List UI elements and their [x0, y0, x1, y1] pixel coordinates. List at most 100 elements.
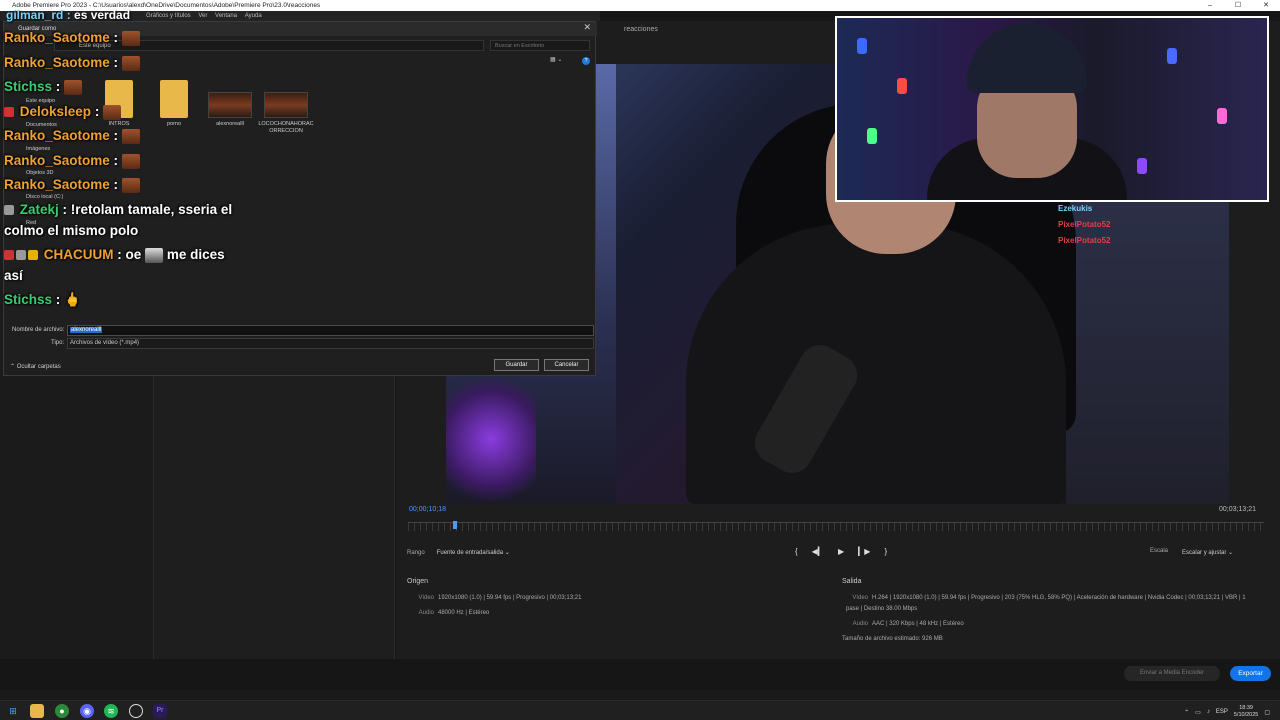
output-info: Salida Vídeo H.264 | 1920x1080 (1.0) | 59… [842, 578, 1252, 645]
emote-icon [121, 30, 140, 46]
menu-ayuda[interactable]: Ayuda [245, 13, 262, 19]
menu-graficos[interactable]: Gráficos y títulos [146, 13, 191, 19]
close-icon[interactable]: ✕ [583, 22, 591, 33]
nav-item-objetos-3d[interactable]: Objetos 3D [26, 170, 54, 176]
premiere-icon[interactable]: Pr [153, 704, 167, 718]
chat-message: Ranko_Saotome : [4, 153, 140, 169]
file-type-select[interactable]: Archivos de vídeo (*.mp4) [67, 338, 594, 349]
salida-video: H.264 | 1920x1080 (1.0) | 59.94 fps | Pr… [846, 595, 1246, 612]
chat-top-line: gilman_rd : es verdad [6, 8, 131, 22]
range-dropdown[interactable]: Fuente de entrada/salida ⌄ [432, 548, 514, 557]
chevron-down-icon: ⌄ [504, 550, 510, 556]
chevron-up-icon[interactable]: ⌃ [1184, 709, 1189, 716]
overlay-user: PixelPotato52 [1058, 236, 1111, 245]
chat-message-cont: colmo el mismo polo [4, 223, 139, 238]
file-item[interactable]: porno [146, 80, 202, 128]
overlay-user: Ezekukis [1058, 204, 1093, 213]
search-input[interactable]: Buscar en Escritorio [490, 40, 590, 51]
file-size: Tamaño de archivo estimado: 926 MB [842, 636, 943, 642]
chat-message: Stichss : [4, 79, 83, 95]
chat-message: Zatekj : !retolam tamale, sseria el [4, 202, 232, 217]
emote-icon [121, 177, 140, 193]
origen-video: 1920x1080 (1.0) | 59.94 fps | Progresivo… [438, 595, 582, 601]
current-timecode[interactable]: 00;00;10;18 [409, 506, 446, 513]
mark-in-icon[interactable]: { [795, 547, 798, 556]
menu-ver[interactable]: Ver [198, 13, 207, 19]
filename-field[interactable]: alexnorealll [67, 325, 594, 336]
sequence-tab[interactable]: reacciones [624, 26, 658, 33]
filename-label: Nombre de archivo: [12, 327, 65, 333]
file-item[interactable]: alexnorealll [202, 92, 258, 128]
minimize-icon[interactable]: – [1196, 0, 1224, 11]
clock[interactable]: 18:39 5/10/2025 [1234, 705, 1258, 719]
overlay-user: PixelPotato52 [1058, 220, 1111, 229]
notification-icon[interactable]: ▢ [1264, 709, 1270, 716]
transport-controls: { ◀▎ ▶ ▎▶ } [795, 547, 887, 556]
hide-folders-toggle[interactable]: ⌃ Ocultar carpetas [10, 363, 61, 370]
chat-message-cont: así [4, 268, 23, 283]
chat-message: CHACUUM : oe me dices [4, 247, 225, 263]
range-label: Rango [407, 549, 425, 556]
obs-icon[interactable] [129, 704, 143, 718]
file-item[interactable]: LOCOCHONAHORACORRECCION [258, 92, 314, 134]
send-to-media-encoder-button[interactable]: Enviar a Media Encoder [1124, 666, 1220, 681]
video-thumbnail [208, 92, 252, 118]
network-icon[interactable]: ▭ [1195, 709, 1201, 716]
preview-chat-overlay: Ezekukis PixelPotato52 PixelPotato52 [1058, 204, 1178, 252]
save-button[interactable]: Guardar [494, 359, 539, 371]
status-bar [0, 690, 1280, 700]
chrome-icon[interactable]: ● [55, 704, 69, 718]
language-indicator[interactable]: ESP [1216, 709, 1228, 715]
clock-time: 18:39 [1239, 705, 1253, 711]
emote-icon: 🖕 [64, 292, 81, 307]
step-forward-icon[interactable]: ▎▶ [858, 547, 870, 556]
chat-message: Ranko_Saotome : [4, 128, 140, 144]
playhead[interactable] [453, 521, 458, 529]
chat-message: Ranko_Saotome : [4, 55, 140, 71]
maximize-icon[interactable]: ☐ [1224, 0, 1252, 11]
windows-start-icon[interactable]: ⊞ [6, 704, 20, 718]
nav-item-imagenes[interactable]: Imágenes [26, 146, 50, 152]
salida-audio: AAC | 320 Kbps | 48 kHz | Estéreo [872, 621, 964, 627]
close-icon[interactable]: ✕ [1252, 0, 1280, 11]
step-back-icon[interactable]: ◀▎ [812, 547, 824, 556]
emote-icon [121, 128, 140, 144]
chat-message: Ranko_Saotome : [4, 30, 140, 46]
file-explorer-icon[interactable] [30, 704, 44, 718]
chevron-down-icon: ⌄ [1228, 550, 1234, 556]
chat-message: Ranko_Saotome : [4, 177, 140, 193]
discord-icon[interactable]: ◉ [80, 704, 94, 718]
webcam-overlay [835, 16, 1269, 202]
scale-dropdown[interactable]: Escalar y ajustar ⌄ [1178, 548, 1238, 557]
window-title-bar: Adobe Premiere Pro 2023 - C:\Usuarios\al… [0, 0, 1280, 11]
menu-ventana[interactable]: Ventana [215, 13, 237, 19]
export-button[interactable]: Exportar [1230, 666, 1271, 681]
salida-title: Salida [842, 578, 862, 585]
origen-title: Origen [407, 578, 429, 585]
emote-icon [103, 104, 122, 120]
cancel-button[interactable]: Cancelar [544, 359, 589, 371]
mark-out-icon[interactable]: } [884, 547, 887, 556]
play-icon[interactable]: ▶ [838, 547, 844, 556]
spotify-icon[interactable]: ≋ [104, 704, 118, 718]
chat-message: Stichss : 🖕 [4, 292, 81, 307]
save-as-dialog: Guardar como ✕ Este equipo Buscar en Esc… [3, 21, 597, 376]
system-tray: ⌃ ▭ ♪ ESP 18:39 5/10/2025 ▢ [1184, 705, 1270, 719]
badge-icon [4, 250, 14, 261]
nav-item-disco-local[interactable]: Disco local (C:) [26, 194, 63, 200]
chat-message: Deloksleep : [4, 104, 122, 120]
scale-label: Escala [1150, 548, 1169, 554]
taskbar: ⊞ ● ◉ ≋ Pr ⌃ ▭ ♪ ESP 18:39 5/10/2025 ▢ [0, 700, 1280, 720]
type-label: Tipo: [51, 340, 65, 346]
emote-icon [64, 79, 83, 95]
video-thumbnail [264, 92, 308, 118]
view-options-icon[interactable]: ▦ ⌄ [550, 56, 562, 63]
crown-icon [28, 250, 38, 261]
timeline-scrubber[interactable] [408, 522, 1264, 531]
volume-icon[interactable]: ♪ [1207, 709, 1210, 715]
range-row: Rango Fuente de entrada/salida ⌄ [407, 548, 514, 557]
badge-icon [16, 250, 26, 261]
origen-audio: 48000 Hz | Estéreo [438, 610, 490, 616]
help-icon[interactable]: ? [582, 57, 590, 65]
clock-date: 5/10/2025 [1233, 712, 1259, 718]
